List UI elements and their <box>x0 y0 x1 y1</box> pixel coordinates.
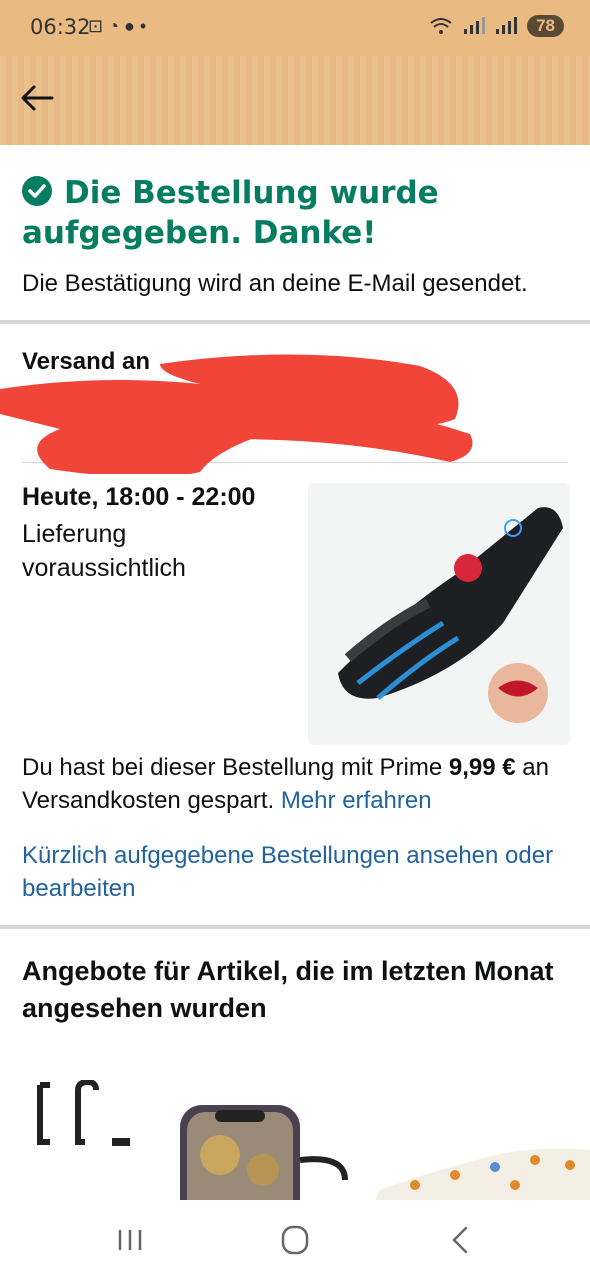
chevron-left-icon <box>452 1226 468 1254</box>
offer-item-phone-case[interactable] <box>175 1100 355 1200</box>
battery-indicator: 78 <box>527 15 564 37</box>
status-bar: 06:32 ⊡ ◔ ● • 78 <box>0 0 590 56</box>
recent-apps-button[interactable] <box>110 1222 150 1258</box>
prime-amount: 9,99 € <box>448 754 516 781</box>
page-content: Die Bestellung wurde aufgegeben. Danke! … <box>0 145 590 1027</box>
confirmation-heading: Die Bestellung wurde aufgegeben. Danke! <box>22 173 568 253</box>
delivery-section: Heute, 18:00 - 22:00 Lieferung voraussic… <box>0 463 590 745</box>
confirmation-subtitle: Die Bestätigung wird an deine E-Mail ges… <box>22 270 528 297</box>
confirmation-title: Die Bestellung wurde aufgegeben. Danke! <box>22 175 439 251</box>
prime-savings: Du hast bei dieser Bestellung mit Prime … <box>22 751 568 817</box>
signal-icon-2 <box>496 17 518 34</box>
status-time: 06:32 <box>30 15 91 39</box>
prime-text-before: Du hast bei dieser Bestellung mit Prime <box>22 754 449 781</box>
back-button[interactable] <box>18 78 58 118</box>
redaction-scribble <box>0 354 473 474</box>
home-icon <box>281 1225 309 1255</box>
shipping-address: Versand an <box>0 324 568 474</box>
product-illustration <box>338 507 563 723</box>
status-right: 78 <box>429 15 564 37</box>
offers-carousel[interactable] <box>0 1075 590 1200</box>
offers-title: Angebote für Artikel, die im letzten Mon… <box>22 956 554 1023</box>
app-header <box>0 56 590 145</box>
arrow-left-icon <box>21 85 54 111</box>
delivery-label[interactable]: Lieferung voraussichtlich <box>22 517 272 585</box>
recent-orders-link[interactable]: Kürzlich aufgegebene Bestellungen ansehe… <box>22 839 568 905</box>
learn-more-link[interactable]: Mehr erfahren <box>281 787 432 814</box>
offer-item-hooks[interactable] <box>30 1078 140 1160</box>
delivery-date: Heute, 18:00 - 22:00 <box>22 483 256 511</box>
section-divider-2 <box>0 925 590 929</box>
offer-item-fabric[interactable] <box>375 1145 590 1200</box>
check-circle-icon <box>22 176 52 206</box>
signal-icon <box>464 17 486 34</box>
home-button[interactable] <box>275 1222 315 1258</box>
system-navigation-bar <box>0 1200 590 1280</box>
recent-apps-icon <box>118 1230 142 1250</box>
system-back-button[interactable] <box>440 1222 480 1258</box>
product-image[interactable] <box>308 483 570 745</box>
notification-icons: ⊡ ◔ ● • <box>88 16 147 36</box>
wifi-icon <box>430 18 452 34</box>
